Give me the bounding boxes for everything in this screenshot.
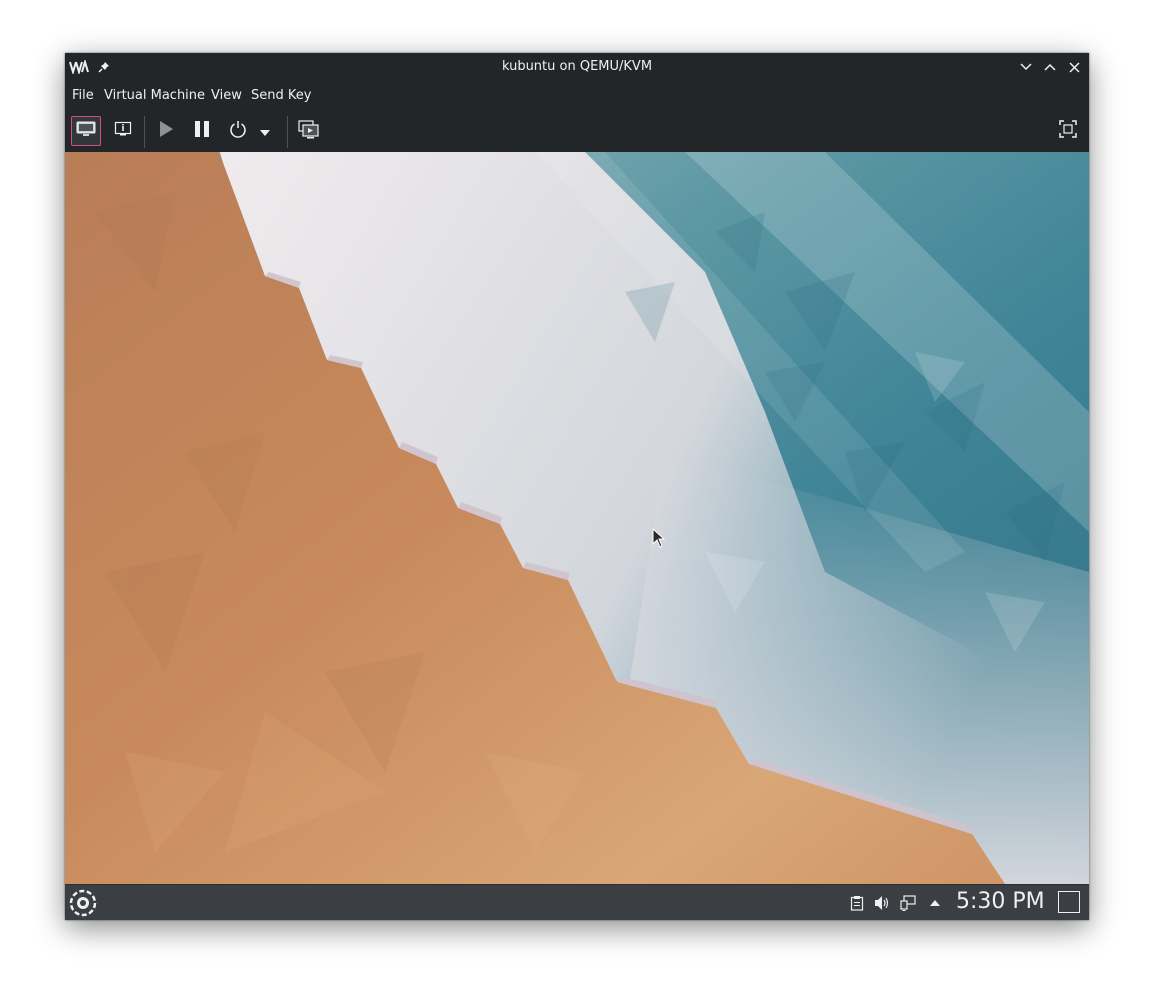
power-menu-button[interactable] — [255, 116, 275, 146]
power-button[interactable] — [223, 116, 253, 146]
details-icon — [114, 121, 132, 141]
details-button[interactable] — [108, 116, 138, 146]
toolbar-separator — [144, 116, 145, 148]
wallpaper — [65, 152, 1089, 884]
menu-file[interactable]: File — [72, 88, 94, 103]
volume-icon[interactable] — [873, 894, 891, 912]
kde-launcher-icon[interactable] — [68, 888, 98, 918]
pause-icon — [194, 120, 210, 142]
title-bar[interactable]: kubuntu on QEMU/KVM — [65, 53, 1089, 81]
run-icon — [158, 120, 174, 142]
menu-bar: File Virtual Machine View Send Key — [65, 81, 1089, 111]
fullscreen-button[interactable] — [1053, 116, 1083, 146]
window-title: kubuntu on QEMU/KVM — [501, 59, 653, 74]
maximize-icon[interactable] — [1041, 58, 1059, 76]
network-icon[interactable] — [899, 894, 917, 912]
close-icon[interactable] — [1065, 58, 1083, 76]
power-icon — [229, 120, 247, 142]
menu-view[interactable]: View — [211, 88, 242, 103]
snapshots-icon — [298, 119, 320, 143]
snapshots-button[interactable] — [294, 116, 324, 146]
guest-desktop[interactable] — [65, 152, 1089, 884]
menu-send-key[interactable]: Send Key — [251, 88, 311, 103]
minimize-icon[interactable] — [1017, 58, 1035, 76]
fullscreen-icon — [1059, 120, 1077, 142]
pause-button[interactable] — [187, 116, 217, 146]
mouse-cursor-icon — [652, 527, 666, 552]
clipboard-icon[interactable] — [848, 894, 866, 912]
clock[interactable]: 5:30 PM — [956, 889, 1045, 914]
console-button[interactable] — [71, 116, 101, 146]
vm-window: kubuntu on QEMU/KVM File Virtual Machine… — [65, 53, 1089, 920]
toolbar — [65, 111, 1089, 152]
toolbar-separator — [287, 116, 288, 148]
guest-taskbar: 5:30 PM — [65, 884, 1089, 920]
dropdown-arrow-icon — [259, 122, 271, 141]
run-button[interactable] — [151, 116, 181, 146]
console-icon — [76, 121, 96, 141]
menu-virtual-machine[interactable]: Virtual Machine — [104, 88, 205, 103]
show-desktop-icon[interactable] — [1058, 891, 1080, 913]
tray-expand-icon[interactable] — [926, 894, 944, 912]
